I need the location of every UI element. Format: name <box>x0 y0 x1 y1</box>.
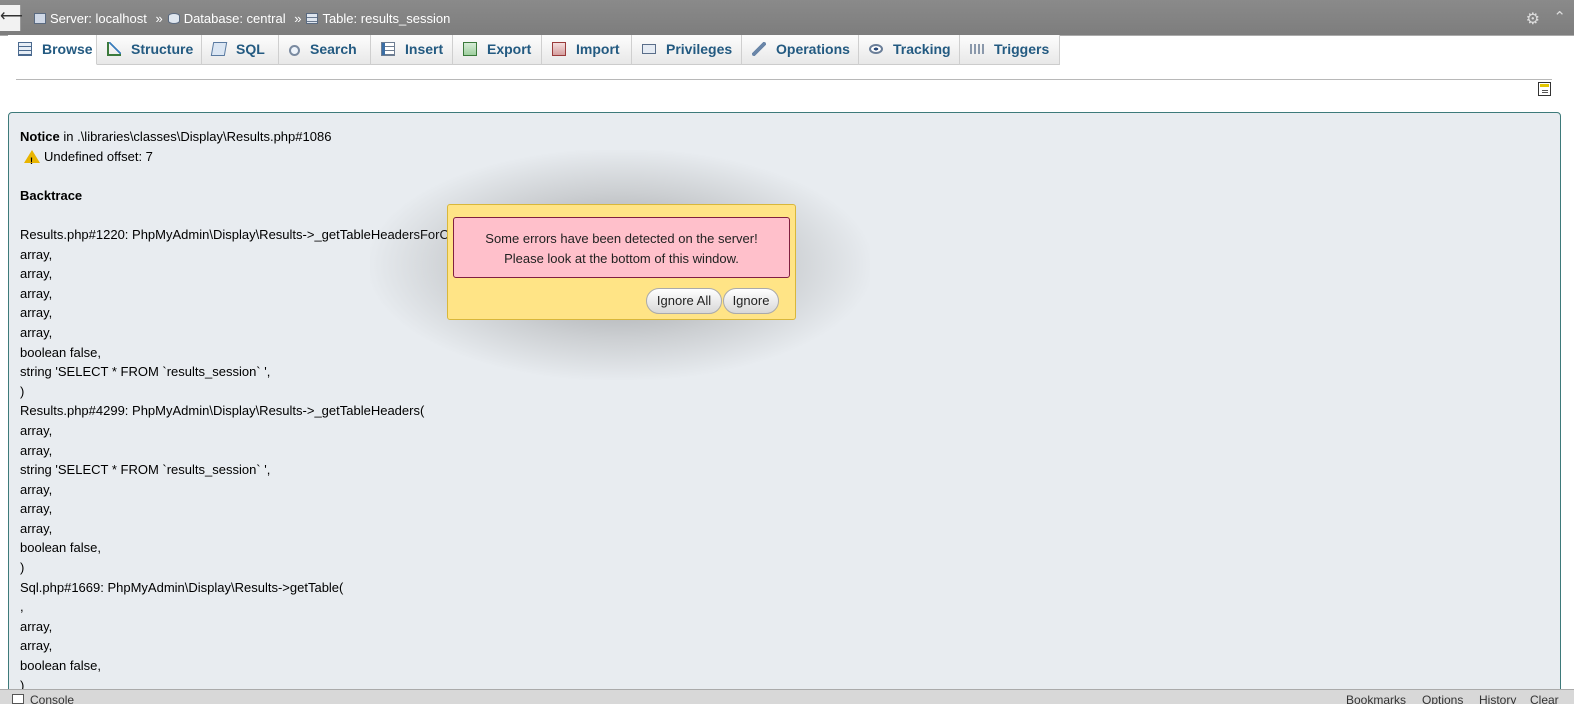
tab-label: Export <box>487 41 532 57</box>
divider <box>16 79 1552 80</box>
tab-label: SQL <box>236 41 265 57</box>
tab-search[interactable]: Search <box>279 35 371 65</box>
tab-operations[interactable]: Operations <box>742 35 859 65</box>
backtrace-line: ) <box>20 560 25 576</box>
backtrace-line: string 'SELECT * FROM `results_session` … <box>20 462 271 478</box>
structure-icon <box>107 42 121 56</box>
privileges-icon <box>642 44 656 54</box>
tab-label: Import <box>576 41 620 57</box>
backtrace-line: array, <box>20 481 53 497</box>
tab-export[interactable]: Export <box>453 35 542 65</box>
tab-label: Triggers <box>994 41 1050 57</box>
notice-label: Notice <box>20 129 60 144</box>
tab-label: Search <box>310 41 357 57</box>
backtrace-line: ) <box>20 383 25 399</box>
tab-browse[interactable]: Browse <box>8 35 97 65</box>
notepad-icon[interactable] <box>1538 82 1551 96</box>
breadcrumb-server[interactable]: Server: localhost <box>50 11 147 26</box>
warning-icon <box>24 149 40 171</box>
console-bookmarks-link[interactable]: Bookmarks <box>1346 693 1406 704</box>
backtrace-line: boolean false, <box>20 540 101 556</box>
console-history-link[interactable]: History <box>1479 693 1516 704</box>
database-icon <box>167 13 180 25</box>
backtrace-line: Results.php#4299: PhpMyAdmin\Display\Res… <box>20 403 425 419</box>
search-icon <box>289 45 300 56</box>
backtrace-line: boolean false, <box>20 658 101 674</box>
tracking-icon <box>869 44 883 54</box>
tab-label: Privileges <box>666 41 733 57</box>
console-bar: Console Bookmarks Options History Clear <box>0 689 1574 704</box>
breadcrumb: Server: localhost » Database: central » Ta… <box>34 10 450 26</box>
breadcrumb-table[interactable]: Table: results_session <box>322 11 450 26</box>
console-clear-link[interactable]: Clear <box>1530 693 1559 704</box>
backtrace-line: Sql.php#1669: PhpMyAdmin\Display\Results… <box>20 579 344 595</box>
breadcrumb-separator: » <box>155 11 163 27</box>
tab-privileges[interactable]: Privileges <box>632 35 742 65</box>
tab-label: Browse <box>42 41 93 57</box>
ignore-all-button[interactable]: Ignore All <box>646 288 722 314</box>
backtrace-line: array, <box>20 638 53 654</box>
tab-tracking[interactable]: Tracking <box>859 35 960 65</box>
tab-import[interactable]: Import <box>542 35 632 65</box>
back-arrow-icon[interactable]: ⟵ <box>0 5 23 31</box>
import-icon <box>552 42 566 56</box>
console-toggle[interactable]: Console <box>30 693 74 704</box>
tab-label: Insert <box>405 41 444 57</box>
breadcrumb-separator: » <box>294 11 302 27</box>
breadcrumb-database[interactable]: Database: central <box>184 11 286 26</box>
export-icon <box>463 42 477 56</box>
sql-icon <box>210 42 228 56</box>
console-options-link[interactable]: Options <box>1422 693 1463 704</box>
backtrace-line: array, <box>20 442 53 458</box>
backtrace-line: , <box>20 599 24 615</box>
error-dialog: Some errors have been detected on the se… <box>447 204 796 320</box>
tab-insert[interactable]: Insert <box>371 35 453 65</box>
table-icon <box>306 13 319 25</box>
tab-label: Tracking <box>893 41 951 57</box>
collapse-icon[interactable]: ⌃ <box>1553 8 1566 26</box>
insert-icon <box>381 42 395 56</box>
operations-icon <box>752 42 766 56</box>
tab-label: Structure <box>131 41 194 57</box>
tab-label: Operations <box>776 41 850 57</box>
notice-line: Notice in .\libraries\classes\Display\Re… <box>20 127 495 147</box>
backtrace-line: array, <box>20 618 53 634</box>
error-dialog-message-line: Please look at the bottom of this window… <box>504 251 739 266</box>
notice-message: Undefined offset: 7 <box>44 148 153 164</box>
tab-sql[interactable]: SQL <box>202 35 279 65</box>
error-dialog-message-line: Some errors have been detected on the se… <box>485 231 758 246</box>
ignore-button[interactable]: Ignore <box>723 288 779 314</box>
tab-triggers[interactable]: Triggers <box>960 35 1060 65</box>
top-navigation-bar: ⟵ Server: localhost » Database: central »… <box>0 0 1574 36</box>
backtrace-line: array, <box>20 501 53 517</box>
backtrace-line: array, <box>20 422 53 438</box>
server-icon <box>34 13 46 25</box>
gear-icon[interactable]: ⚙ <box>1526 9 1540 29</box>
backtrace-line: array, <box>20 520 53 536</box>
triggers-icon <box>970 44 984 54</box>
notice-location: in .\libraries\classes\Display\Results.p… <box>59 129 332 144</box>
tab-structure[interactable]: Structure <box>97 35 202 65</box>
error-dialog-message: Some errors have been detected on the se… <box>453 217 790 278</box>
browse-icon <box>18 42 32 56</box>
